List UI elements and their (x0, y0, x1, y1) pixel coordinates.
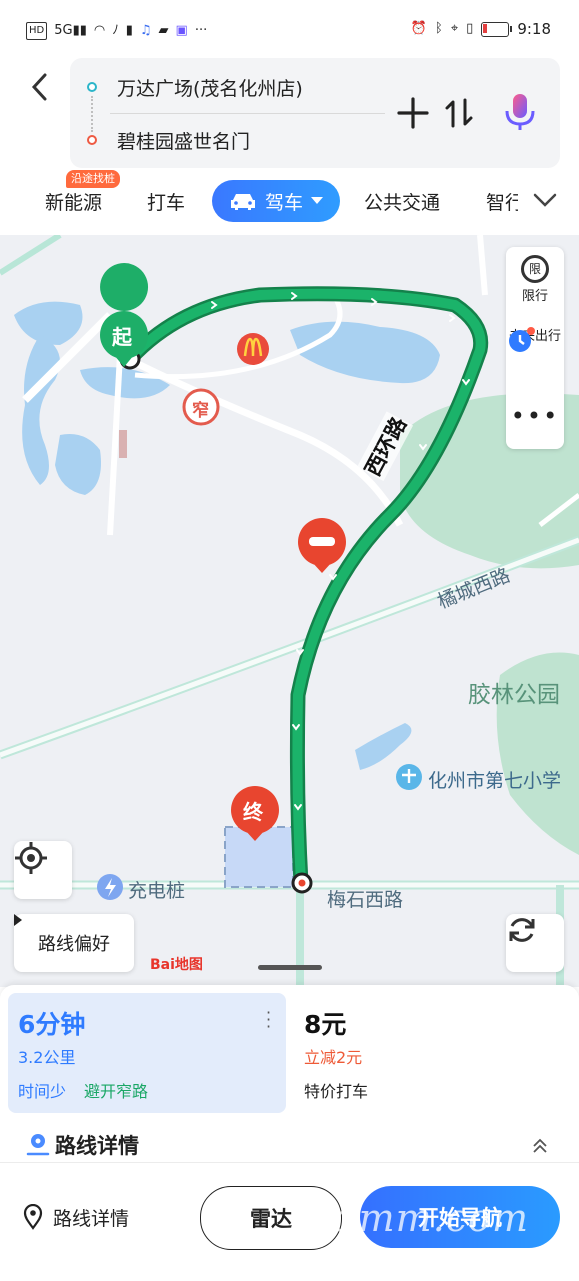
microphone-icon (505, 94, 535, 130)
narrow-road-label: 窄 (192, 401, 209, 421)
restriction-icon: 限 (521, 255, 549, 283)
taxi-card[interactable]: 8元 立减2元 特价打车 (294, 993, 571, 1113)
route-input-box: 万达广场(茂名化州店) 碧桂园盛世名门 (70, 58, 560, 168)
plan-more-icon[interactable]: · · · (266, 1005, 271, 1035)
swap-icon (445, 98, 473, 128)
refresh-icon (509, 918, 535, 942)
baidu-map-logo: Bai地图 (150, 957, 203, 973)
water-area (290, 321, 440, 384)
bluetooth-icon: ᛒ (435, 21, 443, 36)
destination-dot-icon (87, 135, 97, 145)
chevron-left-icon (31, 73, 47, 101)
edu-app-icon: ▣ (175, 23, 188, 38)
new-energy-badge: 沿途找桩 (66, 170, 120, 188)
route-details-header[interactable]: 路线详情 (26, 1130, 556, 1160)
back-button[interactable] (22, 64, 58, 110)
hd-icon: HD (26, 22, 48, 40)
notes-app-icon: ▰ (158, 23, 169, 38)
more-options-button[interactable]: ••• (506, 401, 564, 441)
radar-label: 雷达 (250, 1207, 292, 1231)
plus-icon (397, 97, 429, 129)
traffic-restriction-button[interactable]: 限 限行 (506, 255, 564, 317)
route-divider (110, 113, 385, 114)
alarm-icon: ⏰ (410, 21, 428, 36)
route-plan-card[interactable]: 6分钟 3.2公里 时间少 避开窄路 · · · (8, 993, 286, 1113)
future-travel-button[interactable]: 未来出行 (506, 325, 564, 387)
route-details-title: 路线详情 (55, 1134, 139, 1158)
route-tag-time: 时间少 (18, 1082, 67, 1101)
timer-icon (509, 327, 535, 352)
end-marker-label: 终 (243, 800, 263, 824)
road-label-meishi-west: 梅石西路 (327, 889, 404, 911)
water-area (355, 723, 412, 770)
location-pin-icon (23, 1204, 43, 1230)
status-icons-right: ⏰ ᛒ ⌖ ▯ 9:18 (411, 20, 551, 38)
add-waypoint-button[interactable] (396, 96, 430, 130)
start-marker[interactable] (100, 263, 149, 311)
battery-warning-icon: ▮ (125, 23, 133, 38)
tab-new-energy[interactable]: 新能源 (45, 188, 102, 215)
battery-icon (481, 21, 513, 37)
locate-button[interactable] (14, 841, 72, 899)
wifi-icon: ◠ (93, 23, 106, 38)
route-pin-icon (26, 1134, 50, 1156)
water-area (22, 335, 60, 485)
destination-field[interactable]: 碧桂园盛世名门 (117, 127, 250, 154)
nfc-icon: ﾉ (112, 23, 119, 38)
vibrate-icon: ▯ (466, 21, 474, 36)
restriction-label: 限行 (521, 289, 548, 304)
voice-input-button[interactable] (502, 92, 538, 132)
chevron-down-icon (533, 193, 557, 207)
water-area (55, 434, 101, 495)
expand-tabs-button[interactable] (532, 192, 558, 212)
caret-down-icon (311, 197, 323, 204)
route-preference-label: 路线偏好 (38, 934, 110, 955)
clock: 9:18 (517, 20, 551, 38)
water-area (14, 301, 83, 345)
swap-route-button[interactable] (443, 96, 475, 130)
music-app-icon: ♫ (139, 23, 152, 38)
route-tag-avoid: 避开窄路 (84, 1082, 149, 1101)
caret-right-icon (14, 914, 22, 926)
network-5g-icon: 5G▮▮ (54, 23, 87, 38)
refresh-route-button[interactable] (506, 914, 564, 972)
route-connector (91, 96, 94, 132)
taxi-price: 8元 (304, 1010, 347, 1039)
tab-transit[interactable]: 公共交通 (364, 188, 440, 215)
tab-drive[interactable]: 驾车 (212, 180, 340, 222)
route-preference-button[interactable]: 路线偏好 (14, 914, 134, 972)
locate-icon (15, 842, 47, 874)
location-icon: ⌖ (450, 21, 459, 36)
map-tools-panel: 限 限行 未来出行 ••• (506, 247, 564, 449)
origin-field[interactable]: 万达广场(茂名化州店) (117, 74, 303, 101)
route-details-label: 路线详情 (53, 1208, 130, 1230)
route-duration: 6分钟 (18, 1010, 86, 1039)
status-bar: HD 5G▮▮ ◠ ﾉ ▮ ♫ ▰ ▣ ··· ⏰ ᛒ ⌖ ▯ 9:18 (0, 0, 579, 60)
tab-drive-label: 驾车 (264, 191, 303, 214)
more-notifications-icon: ··· (194, 23, 208, 38)
taxi-discount: 立减2元 (304, 1048, 363, 1067)
map-view[interactable]: 起 终 窄 西环路 橘城西路 胶林公园 化州市第七小学 充电桩 梅石西路 限 限… (0, 235, 579, 987)
map-canvas (0, 235, 579, 987)
charging-label: 充电桩 (128, 880, 186, 902)
sheet-drag-handle[interactable] (258, 965, 322, 970)
route-distance: 3.2公里 (18, 1048, 76, 1067)
school-label: 化州市第七小学 (428, 770, 562, 792)
tab-smart-travel[interactable]: 智行 (486, 188, 518, 215)
watermark: gdmm.com (308, 1196, 529, 1240)
more-dots-icon: ••• (510, 402, 560, 430)
taxi-label: 特价打车 (304, 1082, 369, 1101)
route-details-button[interactable]: 路线详情 (22, 1202, 192, 1234)
start-marker-label: 起 (112, 325, 132, 349)
car-icon (230, 194, 255, 210)
origin-dot-icon (87, 82, 97, 92)
park-label: 胶林公园 (468, 682, 560, 708)
double-chevron-up-icon (533, 1138, 547, 1153)
tab-taxi[interactable]: 打车 (147, 188, 185, 215)
status-icons-left: HD 5G▮▮ ◠ ﾉ ▮ ♫ ▰ ▣ ··· (26, 22, 207, 40)
